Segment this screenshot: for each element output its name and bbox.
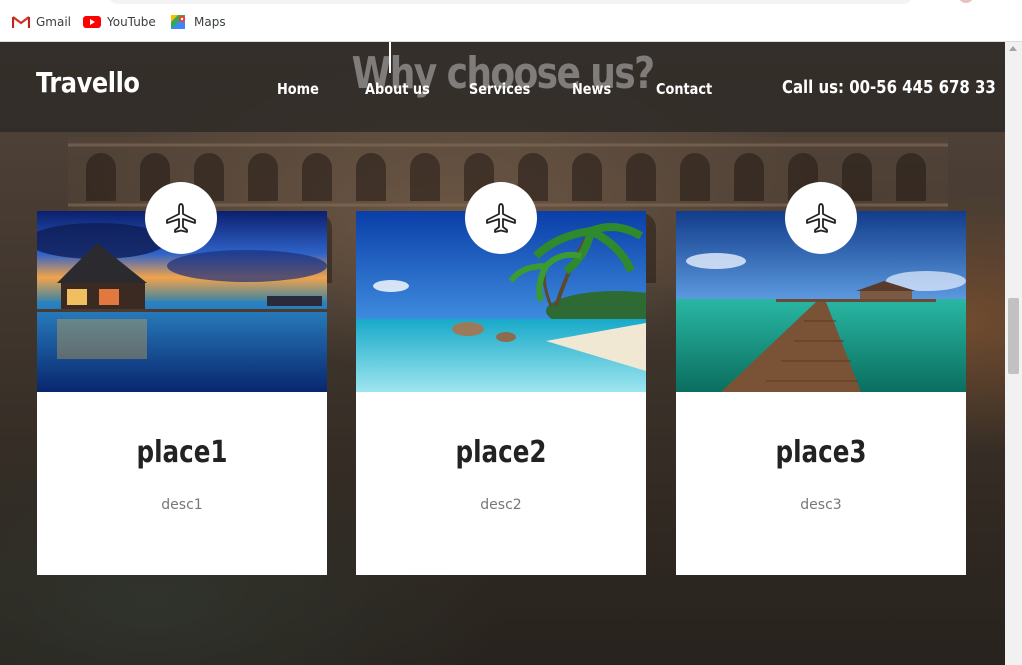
scroll-thumb[interactable] (1008, 298, 1019, 374)
nav-services[interactable]: Services (469, 80, 530, 98)
card-description: desc2 (480, 497, 522, 513)
card-badge-1 (145, 182, 217, 254)
page-viewport: Why choose us? Travello Home About us Se… (0, 42, 1005, 665)
nav-about-us[interactable]: About us (365, 80, 430, 98)
scroll-up-arrow[interactable] (1009, 46, 1017, 51)
gmail-icon (12, 16, 30, 28)
bookmark-label: Maps (194, 15, 226, 29)
nav-contact[interactable]: Contact (656, 80, 712, 98)
site-logo[interactable]: Travello (36, 66, 140, 99)
place-card-1[interactable]: place1 desc1 (37, 211, 327, 575)
card-badge-2 (465, 182, 537, 254)
youtube-icon (83, 16, 101, 28)
address-bar-edge[interactable] (108, 0, 913, 4)
profile-avatar[interactable] (958, 0, 974, 3)
card-title[interactable]: place2 (382, 435, 620, 470)
airplane-icon (486, 203, 516, 233)
card-title[interactable]: place1 (63, 435, 301, 470)
nav-news[interactable]: News (572, 80, 611, 98)
bookmark-label: YouTube (107, 15, 156, 29)
airplane-icon (806, 203, 836, 233)
card-badge-3 (785, 182, 857, 254)
card-description: desc1 (161, 497, 203, 513)
bookmark-gmail[interactable]: Gmail (12, 14, 71, 30)
page-scrollbar[interactable] (1005, 42, 1022, 665)
airplane-icon (166, 203, 196, 233)
title-divider (389, 42, 391, 73)
card-title[interactable]: place3 (702, 435, 940, 470)
maps-icon (171, 15, 186, 29)
call-us-phone[interactable]: Call us: 00-56 445 678 33 (782, 77, 996, 98)
bookmark-youtube[interactable]: YouTube (83, 14, 156, 30)
place-card-2[interactable]: place2 desc2 (356, 211, 646, 575)
bookmarks-bar: Gmail YouTube Maps (0, 0, 1022, 42)
bookmark-maps[interactable]: Maps (170, 14, 226, 30)
card-description: desc3 (800, 497, 842, 513)
bookmark-label: Gmail (36, 15, 72, 29)
place-card-3[interactable]: place3 desc3 (676, 211, 966, 575)
nav-home[interactable]: Home (277, 80, 319, 98)
